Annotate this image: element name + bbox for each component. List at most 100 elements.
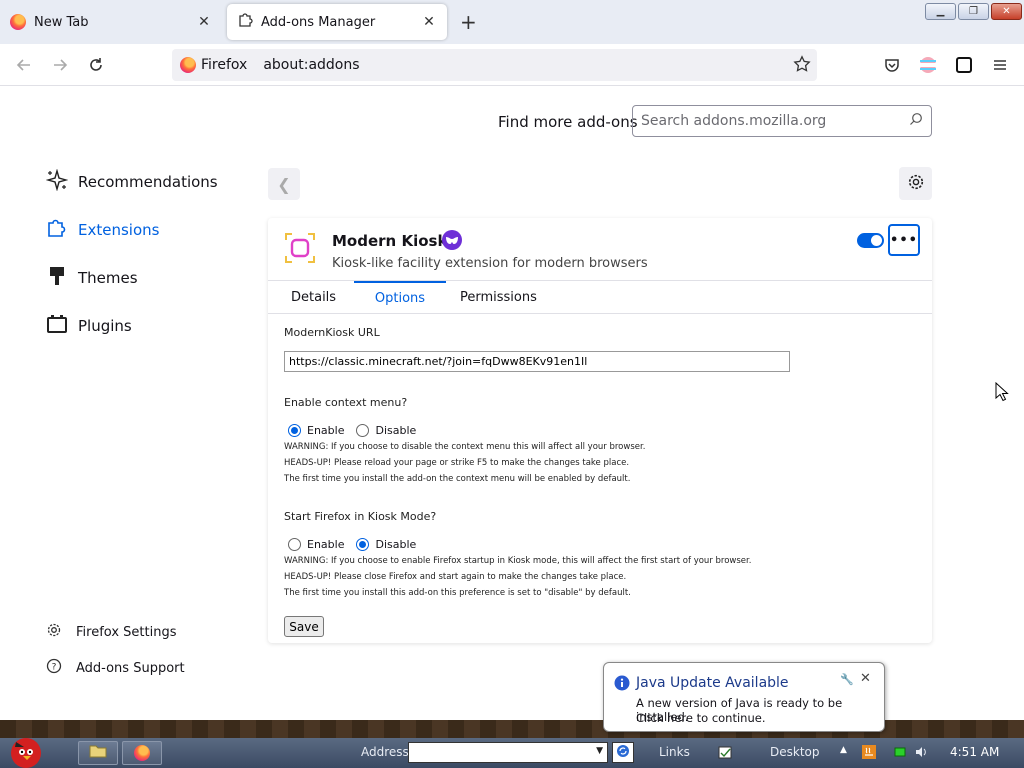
more-options-button[interactable]: •••: [888, 224, 920, 256]
folder-icon: [89, 744, 107, 762]
context-menu-label: Enable context menu?: [284, 396, 408, 409]
sparkle-icon: [45, 168, 69, 195]
addon-detail-tabs: Details Options Permissions: [268, 280, 932, 314]
tab-new-tab[interactable]: New Tab ✕: [0, 4, 222, 40]
hamburger-menu-icon[interactable]: [989, 54, 1011, 76]
firefox-logo-icon: [134, 745, 150, 761]
close-icon[interactable]: ✕: [196, 14, 212, 30]
tab-title: Add-ons Manager: [261, 14, 376, 30]
chevron-left-icon: ❮: [277, 174, 291, 194]
context-menu-note: The first time you install the add-on th…: [284, 474, 631, 484]
identity-box[interactable]: Firefox: [180, 57, 257, 73]
url-bar[interactable]: Firefox about:addons: [172, 49, 817, 81]
context-menu-note: WARNING: If you choose to disable the co…: [284, 442, 646, 452]
save-button[interactable]: Save: [284, 616, 324, 637]
taskbar-firefox-button[interactable]: [122, 741, 162, 765]
volume-icon[interactable]: [914, 745, 928, 759]
sidebar-item-label: Recommendations: [78, 173, 218, 191]
back-button[interactable]: ❮: [268, 168, 300, 200]
taskbar-address-input[interactable]: ▼: [408, 742, 608, 763]
gear-icon: [907, 173, 925, 195]
sidebar-item-extensions[interactable]: Extensions: [46, 217, 159, 243]
java-popup-title: Java Update Available: [636, 675, 789, 691]
url-text[interactable]: about:addons: [263, 57, 359, 73]
forward-arrow-icon[interactable]: [49, 54, 71, 76]
firefox-settings-link[interactable]: Firefox Settings: [46, 622, 176, 642]
kiosk-mode-enable-radio[interactable]: [288, 538, 301, 551]
chevron-up-icon[interactable]: ▲: [840, 745, 854, 759]
java-popup-link[interactable]: Click here to continue.: [636, 711, 766, 725]
kiosk-mode-label: Start Firefox in Kiosk Mode?: [284, 510, 437, 523]
tab-addons-manager[interactable]: Add-ons Manager ✕: [227, 4, 447, 40]
tab-bar: New Tab ✕ Add-ons Manager ✕ + ▁ ❐ ✕: [0, 0, 1024, 44]
maximize-icon[interactable]: ❐: [958, 3, 989, 20]
chevron-down-icon[interactable]: ▼: [596, 746, 603, 756]
sidebar-item-themes[interactable]: Themes: [46, 265, 138, 291]
network-status-icon[interactable]: [893, 745, 907, 759]
bookmark-star-icon[interactable]: [793, 55, 811, 77]
addon-description: Kiosk-like facility extension for modern…: [332, 256, 648, 271]
tab-details[interactable]: Details: [285, 281, 342, 314]
java-update-notification[interactable]: Java Update Available A new version of J…: [603, 662, 885, 732]
private-browsing-mask-icon: [442, 230, 462, 250]
account-avatar-icon[interactable]: [917, 54, 939, 76]
tab-options[interactable]: Options: [354, 281, 446, 314]
search-icon[interactable]: [909, 112, 923, 130]
context-menu-disable-radio[interactable]: [356, 424, 370, 437]
kiosk-mode-note: HEADS-UP! Please close Firefox and start…: [284, 572, 627, 582]
addon-card: Modern Kiosk Kiosk-like facility extensi…: [268, 218, 932, 643]
mouse-cursor-icon: [995, 381, 1009, 406]
sidebar-item-label: Extensions: [78, 221, 160, 239]
close-icon[interactable]: ✕: [860, 671, 871, 686]
addons-support-link[interactable]: ? Add-ons Support: [46, 658, 185, 678]
addon-name: Modern Kiosk: [332, 232, 448, 250]
back-arrow-icon[interactable]: [13, 54, 35, 76]
taskbar-desktop-label: Desktop: [770, 745, 820, 759]
taskbar-go-button[interactable]: [612, 742, 634, 763]
window-close-icon[interactable]: ✕: [991, 3, 1022, 20]
firefox-logo-icon: [180, 57, 196, 73]
extensions-square-icon[interactable]: [953, 54, 975, 76]
search-box[interactable]: [632, 105, 932, 137]
taskbar-clock: 4:51 AM: [950, 745, 1000, 759]
minimize-icon[interactable]: ▁: [925, 3, 956, 20]
addon-enable-toggle[interactable]: [857, 233, 884, 248]
wrench-icon[interactable]: 🔧: [840, 673, 854, 686]
context-menu-radio-group: Enable Disable: [288, 424, 428, 437]
kiosk-url-input[interactable]: [284, 351, 790, 372]
reload-icon[interactable]: [85, 54, 107, 76]
context-menu-note: HEADS-UP! Please reload your page or str…: [284, 458, 630, 468]
identity-label: Firefox: [201, 57, 248, 73]
java-tray-icon[interactable]: [862, 745, 876, 759]
taskbar-explorer-button[interactable]: [78, 741, 118, 765]
radio-label: Disable: [375, 538, 417, 551]
gear-icon: [46, 622, 62, 642]
start-button-icon[interactable]: [4, 732, 46, 768]
notepad-icon[interactable]: [718, 745, 732, 759]
plugin-icon: [46, 313, 68, 339]
tools-gear-button[interactable]: [899, 167, 932, 200]
new-tab-plus-icon[interactable]: +: [460, 10, 477, 34]
footer-link-label: Firefox Settings: [76, 624, 177, 640]
ellipsis-icon: •••: [890, 232, 918, 248]
sidebar-item-label: Themes: [78, 269, 138, 287]
sidebar-item-recommendations[interactable]: Recommendations: [45, 168, 218, 195]
puzzle-icon: [46, 217, 68, 243]
footer-link-label: Add-ons Support: [76, 660, 185, 676]
kiosk-mode-radio-group: Enable Disable: [288, 538, 428, 551]
tab-permissions[interactable]: Permissions: [454, 281, 543, 314]
kiosk-addon-icon: [284, 232, 316, 264]
context-menu-enable-radio[interactable]: [288, 424, 301, 437]
close-icon[interactable]: ✕: [421, 14, 437, 30]
kiosk-mode-disable-radio[interactable]: [356, 538, 370, 551]
sidebar-item-label: Plugins: [78, 317, 132, 335]
radio-label: Enable: [307, 424, 345, 437]
tab-title: New Tab: [34, 14, 89, 30]
refresh-go-icon: [616, 744, 630, 762]
sidebar-item-plugins[interactable]: Plugins: [46, 313, 132, 339]
puzzle-icon: [237, 12, 253, 32]
paintbrush-icon: [46, 265, 68, 291]
search-input[interactable]: [641, 113, 909, 129]
pocket-icon[interactable]: [881, 54, 903, 76]
kiosk-url-label: ModernKiosk URL: [284, 326, 380, 339]
